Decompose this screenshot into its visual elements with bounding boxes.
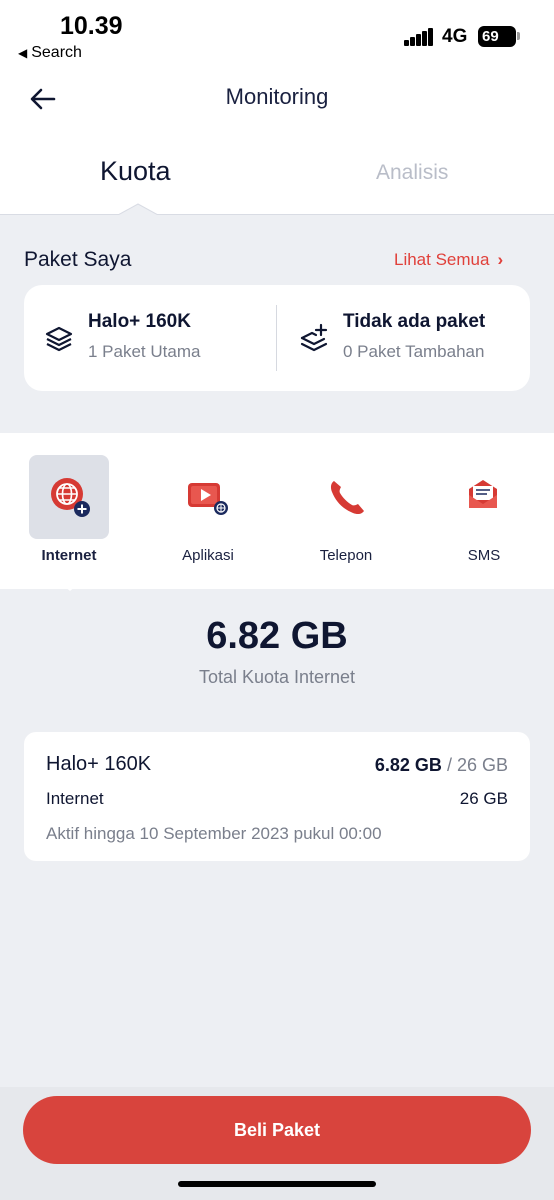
page-header: Monitoring Kuota Analisis bbox=[0, 70, 554, 215]
sms-envelope-icon bbox=[469, 480, 497, 508]
addon-package-name: Tidak ada paket bbox=[343, 311, 486, 332]
category-internet-tile bbox=[29, 455, 109, 539]
category-telepon-tile bbox=[306, 455, 386, 539]
addon-package[interactable]: Tidak ada paket 0 Paket Tambahan bbox=[277, 285, 530, 391]
main-package[interactable]: Halo+ 160K 1 Paket Utama bbox=[24, 285, 276, 391]
package-summary-card: Halo+ 160K 1 Paket Utama Tidak ada paket… bbox=[24, 285, 530, 391]
main-package-name: Halo+ 160K bbox=[88, 311, 191, 332]
home-indicator bbox=[178, 1181, 376, 1187]
detail-quota-type-value: 26 GB bbox=[459, 789, 508, 808]
detail-active-until: Aktif hingga 10 September 2023 pukul 00:… bbox=[46, 824, 382, 843]
battery-level: 69 bbox=[482, 28, 499, 45]
signal-icon bbox=[404, 28, 434, 46]
layers-icon bbox=[45, 326, 73, 352]
total-quota-label: Total Kuota Internet bbox=[198, 667, 356, 687]
back-to-search[interactable]: ◀ Search bbox=[18, 44, 82, 62]
buy-package-button[interactable]: Beli Paket bbox=[23, 1096, 531, 1164]
network-type: 4G bbox=[442, 26, 468, 47]
category-aplikasi[interactable]: Aplikasi bbox=[168, 455, 248, 567]
category-internet[interactable]: Internet bbox=[29, 455, 109, 567]
app-video-icon bbox=[188, 483, 228, 515]
total-quota-value: 6.82 GB bbox=[206, 615, 348, 657]
see-all-link[interactable]: Lihat Semua › bbox=[394, 250, 503, 270]
see-all-label: Lihat Semua bbox=[394, 250, 490, 269]
battery-tip bbox=[517, 32, 520, 40]
back-to-search-label: Search bbox=[31, 44, 82, 61]
page-title: Monitoring bbox=[225, 84, 329, 109]
category-sms-tile bbox=[444, 455, 524, 539]
addon-package-sub: 0 Paket Tambahan bbox=[343, 342, 485, 361]
phone-icon bbox=[330, 481, 364, 515]
add-layer-icon bbox=[300, 323, 328, 352]
section-title-paket-saya: Paket Saya bbox=[24, 248, 132, 271]
active-tab-indicator bbox=[118, 203, 158, 215]
tab-kuota[interactable]: Kuota bbox=[100, 156, 171, 187]
main-package-sub: 1 Paket Utama bbox=[88, 342, 201, 361]
category-telepon-label: Telepon bbox=[319, 547, 373, 564]
package-detail-card[interactable]: Halo+ 160K 6.82 GB / 26 GB Internet 26 G… bbox=[24, 732, 530, 861]
category-internet-label: Internet bbox=[41, 547, 97, 564]
chevron-right-icon: › bbox=[497, 250, 504, 269]
detail-total: 26 GB bbox=[456, 755, 508, 775]
internet-globe-icon bbox=[51, 478, 90, 517]
category-active-pointer bbox=[58, 581, 82, 591]
detail-package-name: Halo+ 160K bbox=[46, 753, 152, 775]
category-aplikasi-label: Aplikasi bbox=[182, 547, 234, 564]
detail-remaining: 6.82 GB bbox=[374, 755, 442, 775]
tab-analisis[interactable]: Analisis bbox=[376, 161, 448, 185]
battery-icon: 69 bbox=[478, 26, 516, 47]
quota-category-tabs: Internet Aplikasi Telepon SMS bbox=[0, 433, 554, 589]
detail-usage: 6.82 GB / 26 GB bbox=[375, 755, 508, 776]
category-telepon[interactable]: Telepon bbox=[306, 455, 386, 567]
status-bar: 10.39 ◀ Search 4G 69 bbox=[0, 0, 554, 70]
status-time: 10.39 bbox=[60, 12, 123, 40]
category-sms[interactable]: SMS bbox=[444, 455, 524, 567]
detail-separator: / bbox=[446, 755, 452, 775]
category-aplikasi-tile bbox=[168, 455, 248, 539]
category-sms-label: SMS bbox=[467, 547, 501, 564]
back-triangle-icon: ◀ bbox=[18, 46, 28, 60]
detail-quota-type: Internet bbox=[46, 789, 104, 808]
